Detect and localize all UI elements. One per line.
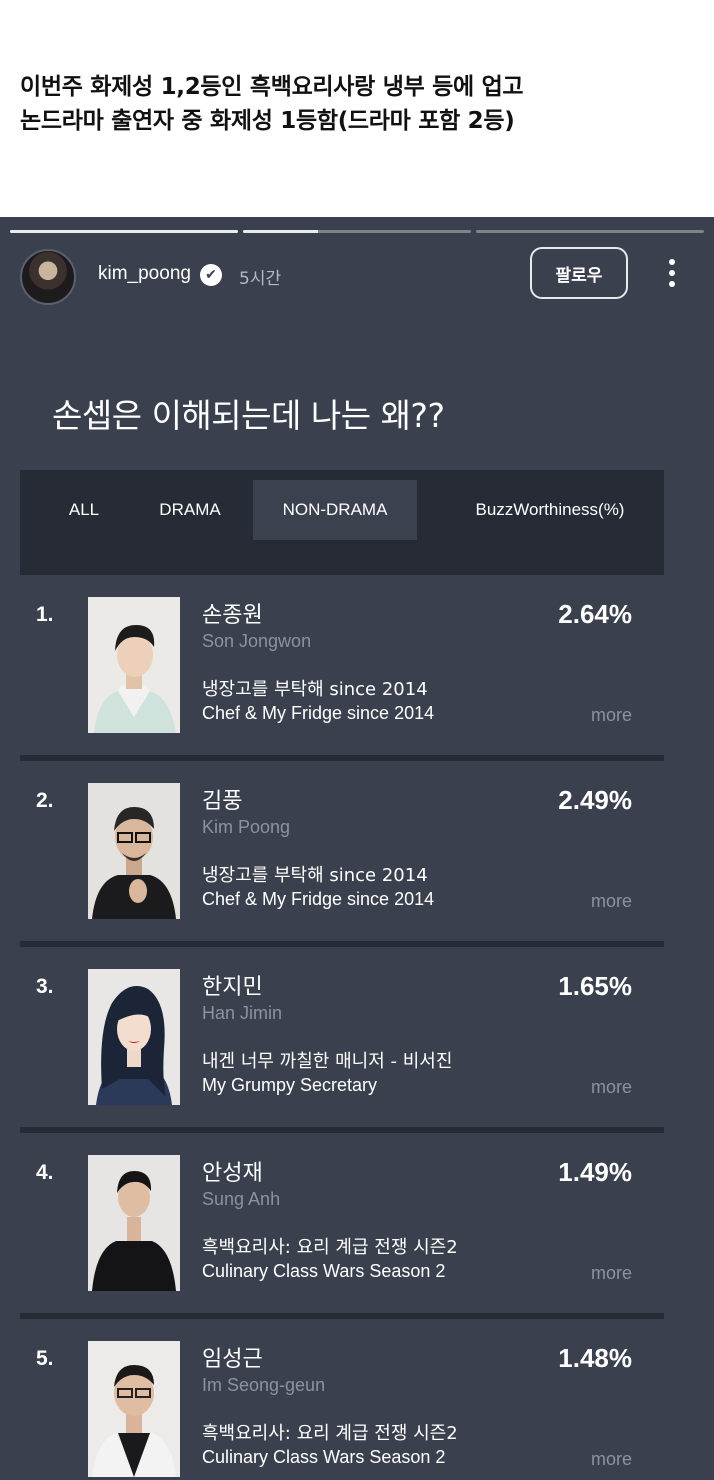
name-english: Han Jimin <box>202 1003 283 1023</box>
tab-drama[interactable]: DRAMA <box>138 480 242 540</box>
caption-line-2: 논드라마 출연자 중 화제성 1등함(드라마 포함 2등) <box>20 108 515 134</box>
tab-bar: ALL DRAMA NON-DRAMA BuzzWorthiness(%) <box>20 470 664 575</box>
rank-number: 5. <box>36 1347 54 1370</box>
name-english: Sung Anh <box>202 1189 281 1209</box>
rank-card[interactable]: 2. 김풍 Kim Poong 냉장고를 부탁해 since 2014 Chef… <box>20 761 664 947</box>
story-header: kim_poong ✔ 5시간 팔로우 <box>20 247 694 307</box>
tab-non-drama[interactable]: NON-DRAMA <box>253 480 417 540</box>
show-title-english: My Grumpy Secretary <box>202 1075 378 1095</box>
story-viewer[interactable]: kim_poong ✔ 5시간 팔로우 손셉은 이해되는데 나는 왜?? ALL… <box>0 217 714 1480</box>
portrait-image <box>88 969 180 1105</box>
ranking-panel: ALL DRAMA NON-DRAMA BuzzWorthiness(%) 1.… <box>20 470 664 1480</box>
rank-card[interactable]: 4. 안성재 Sung Anh 흑백요리사: 요리 계급 전쟁 시즌2 Culi… <box>20 1133 664 1319</box>
story-progress-fill <box>10 230 238 233</box>
rank-number: 4. <box>36 1161 54 1184</box>
post-caption: 이번주 화제성 1,2등인 흑백요리사랑 냉부 등에 업고 논드라마 출연자 중… <box>20 70 700 138</box>
more-link[interactable]: more <box>591 1077 632 1098</box>
story-progress-segment <box>476 230 704 233</box>
rank-card[interactable]: 3. 한지민 Han Jimin 내겐 너무 까칠한 매니저 - 비서진 My … <box>20 947 664 1133</box>
show-title-korean: 내겐 너무 까칠한 매니저 - 비서진 <box>202 1051 453 1072</box>
show-title-korean: 흑백요리사: 요리 계급 전쟁 시즌2 <box>202 1423 458 1444</box>
show-title-english: Chef & My Fridge since 2014 <box>202 703 435 723</box>
name-korean: 손종원 <box>202 603 263 628</box>
username[interactable]: kim_poong <box>98 263 191 285</box>
show-title-korean: 흑백요리사: 요리 계급 전쟁 시즌2 <box>202 1237 458 1258</box>
tab-buzzworthiness[interactable]: BuzzWorthiness(%) <box>450 480 650 540</box>
verified-badge-icon: ✔ <box>200 264 222 286</box>
avatar[interactable] <box>20 249 76 305</box>
portrait-image <box>88 1341 180 1477</box>
buzz-percentage: 2.49% <box>558 785 632 815</box>
more-link[interactable]: more <box>591 891 632 912</box>
post-time: 5시간 <box>239 269 282 289</box>
follow-button[interactable]: 팔로우 <box>530 247 628 299</box>
rank-number: 1. <box>36 603 54 626</box>
more-link[interactable]: more <box>591 1263 632 1284</box>
story-text: 손셉은 이해되는데 나는 왜?? <box>52 396 445 435</box>
caption-line-1: 이번주 화제성 1,2등인 흑백요리사랑 냉부 등에 업고 <box>20 74 524 100</box>
portrait-image <box>88 597 180 733</box>
rank-card[interactable]: 5. 임성근 Im Seong-geun 흑백요리사: 요리 계급 전쟁 시즌2… <box>20 1319 664 1480</box>
buzz-percentage: 1.48% <box>558 1343 632 1373</box>
buzz-percentage: 1.65% <box>558 971 632 1001</box>
name-korean: 임성근 <box>202 1347 263 1372</box>
show-title-english: Culinary Class Wars Season 2 <box>202 1261 446 1281</box>
name-korean: 김풍 <box>202 789 243 814</box>
portrait-image <box>88 1155 180 1291</box>
portrait-image <box>88 783 180 919</box>
more-link[interactable]: more <box>591 705 632 726</box>
more-link[interactable]: more <box>591 1449 632 1470</box>
rank-number: 3. <box>36 975 54 998</box>
show-title-korean: 냉장고를 부탁해 since 2014 <box>202 679 428 700</box>
show-title-english: Culinary Class Wars Season 2 <box>202 1447 446 1467</box>
name-english: Im Seong-geun <box>202 1375 326 1395</box>
buzz-percentage: 2.64% <box>558 599 632 629</box>
name-korean: 한지민 <box>202 975 263 1000</box>
name-korean: 안성재 <box>202 1161 263 1186</box>
show-title-english: Chef & My Fridge since 2014 <box>202 889 435 909</box>
rank-card[interactable]: 1. 손종원 Son Jongwon 냉장고를 부탁해 since 2014 C… <box>20 575 664 761</box>
show-title-korean: 냉장고를 부탁해 since 2014 <box>202 865 428 886</box>
tab-all[interactable]: ALL <box>48 480 120 540</box>
story-progress <box>10 230 704 233</box>
name-english: Kim Poong <box>202 817 291 837</box>
buzz-percentage: 1.49% <box>558 1157 632 1187</box>
story-progress-segment <box>243 230 471 233</box>
story-progress-segment <box>10 230 238 233</box>
name-english: Son Jongwon <box>202 631 312 651</box>
more-options-icon[interactable] <box>666 259 678 291</box>
story-progress-fill <box>243 230 319 233</box>
rank-number: 2. <box>36 789 54 812</box>
